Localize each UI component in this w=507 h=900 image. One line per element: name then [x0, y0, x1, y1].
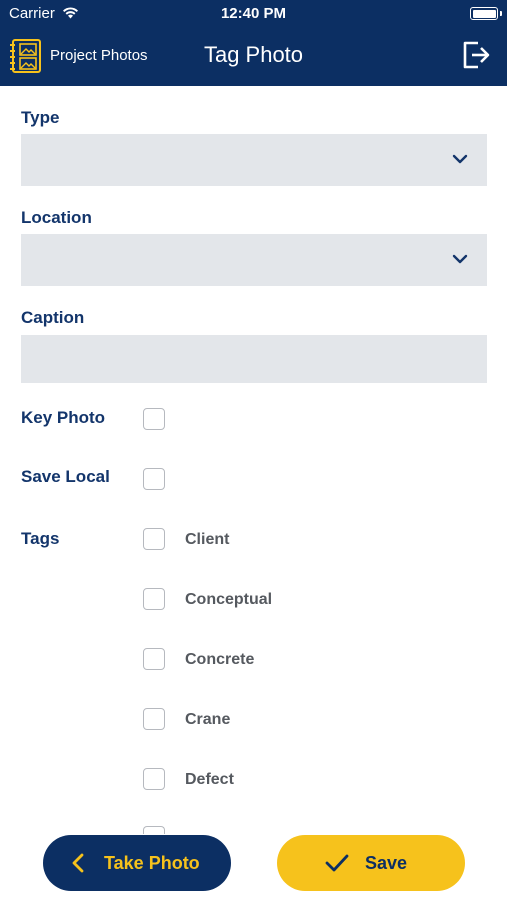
save-label: Save [365, 853, 408, 873]
app-header: Carrier 12:40 PM Project Photos Tag Phot… [0, 0, 507, 86]
page-title: Tag Photo [203, 42, 304, 67]
tag-checkbox-defect[interactable] [143, 768, 165, 790]
tag-checkbox-client[interactable] [143, 528, 165, 550]
tag-checkbox-concrete[interactable] [143, 648, 165, 670]
location-select[interactable] [21, 234, 487, 286]
caption-label: Caption [21, 308, 85, 327]
status-bar: Carrier 12:40 PM [0, 0, 507, 28]
chevron-left-icon [72, 853, 84, 873]
status-time: 12:40 PM [220, 5, 287, 22]
tag-label-concrete: Concrete [185, 651, 255, 668]
tag-label-defect: Defect [185, 771, 234, 788]
battery-icon [470, 7, 502, 20]
logout-icon[interactable] [461, 40, 491, 70]
take-photo-button[interactable]: Take Photo [43, 835, 231, 891]
location-label: Location [21, 208, 92, 227]
tag-label-conceptual: Conceptual [185, 591, 273, 608]
take-photo-label: Take Photo [104, 853, 200, 873]
key-photo-checkbox[interactable] [143, 408, 165, 430]
save-local-checkbox[interactable] [143, 468, 165, 490]
tag-checkbox-partial[interactable] [143, 826, 165, 834]
tag-checkbox-crane[interactable] [143, 708, 165, 730]
tag-label-client: Client [185, 531, 230, 548]
chevron-down-icon [452, 254, 468, 264]
type-label: Type [21, 108, 60, 127]
tag-label-crane: Crane [185, 711, 231, 728]
tag-checkbox-conceptual[interactable] [143, 588, 165, 610]
caption-input[interactable] [21, 335, 487, 383]
key-photo-label: Key Photo [21, 408, 106, 427]
tags-label: Tags [21, 529, 60, 548]
checkmark-icon [325, 854, 349, 872]
chevron-down-icon [452, 154, 468, 164]
save-button[interactable]: Save [277, 835, 465, 891]
save-local-label: Save Local [21, 467, 110, 486]
type-select[interactable] [21, 134, 487, 186]
